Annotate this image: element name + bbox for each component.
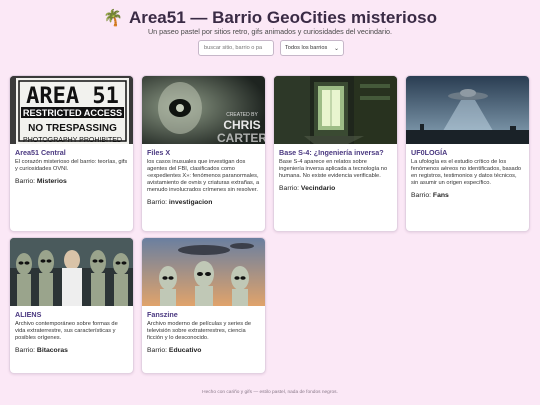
card-description: Archivo contemporáneo sobre formas de vi… bbox=[15, 321, 118, 342]
card-title[interactable]: ALIENS bbox=[15, 310, 128, 319]
site-card[interactable]: ALIENS Archivo contemporáneo sobre forma… bbox=[9, 237, 134, 374]
sign-text-trespassing: NO TRESPASSING bbox=[28, 123, 117, 134]
card-title[interactable]: Base S-4: ¿Ingeniería inversa? bbox=[279, 148, 392, 157]
card-neighborhood: Barrio: Fans bbox=[411, 192, 449, 200]
sign-text-photography: PHOTOGRAPHY PROHIBITED bbox=[23, 137, 122, 144]
site-card[interactable]: Fanszine Archivo moderno de películas y … bbox=[141, 237, 266, 374]
card-neighborhood: Barrio: Bitacoras bbox=[15, 347, 68, 355]
card-title[interactable]: Files X bbox=[147, 148, 260, 157]
page-header: 🌴 Area51 — Barrio GeoCities misterioso U… bbox=[0, 0, 540, 70]
card-description: Base S-4 aparece en relatos sobre ingeni… bbox=[279, 159, 388, 180]
card-description: los casos inusuales que investigan dos a… bbox=[147, 159, 260, 194]
fanszine-image bbox=[142, 238, 265, 306]
base-s4-image bbox=[274, 76, 397, 144]
site-card[interactable]: AREA 51 RESTRICTED ACCESS NO TRESPASSING… bbox=[9, 75, 134, 232]
site-card[interactable]: Base S-4: ¿Ingeniería inversa? Base S-4 … bbox=[273, 75, 398, 232]
neighborhood-select[interactable]: Todos los barrios ⌄ bbox=[280, 40, 344, 56]
card-description: El corazón misterioso del barrio: teoría… bbox=[15, 159, 128, 173]
carter-text: CARTER bbox=[217, 131, 265, 144]
card-neighborhood: Barrio: Misterios bbox=[15, 178, 67, 186]
page-title: 🌴 Area51 — Barrio GeoCities misterioso bbox=[0, 8, 540, 28]
sign-text-area51: AREA 51 bbox=[26, 84, 119, 109]
area51-sign-image: AREA 51 RESTRICTED ACCESS NO TRESPASSING… bbox=[10, 76, 133, 144]
card-description: La ufología es el estudio crítico de los… bbox=[411, 159, 522, 187]
site-card[interactable]: UF0LOGÍA La ufología es el estudio críti… bbox=[405, 75, 530, 232]
aliens-image bbox=[10, 238, 133, 306]
ufologia-image bbox=[406, 76, 529, 144]
card-neighborhood: Barrio: Vecindario bbox=[279, 185, 336, 193]
site-card[interactable]: CREATED BY CHRIS CARTER Files X los caso… bbox=[141, 75, 266, 232]
card-title[interactable]: Fanszine bbox=[147, 310, 260, 319]
card-description: Archivo moderno de películas y series de… bbox=[147, 321, 252, 342]
card-title[interactable]: Area51 Central bbox=[15, 148, 128, 157]
chris-text: CHRIS bbox=[223, 118, 260, 132]
files-x-image: CREATED BY CHRIS CARTER bbox=[142, 76, 265, 144]
card-neighborhood: Barrio: Educativo bbox=[147, 347, 202, 355]
chevron-down-icon: ⌄ bbox=[333, 45, 339, 52]
palm-tree-icon: 🌴 bbox=[103, 10, 123, 27]
controls: Todos los barrios ⌄ bbox=[198, 40, 344, 56]
search-input[interactable] bbox=[198, 40, 274, 56]
card-neighborhood: Barrio: investigacion bbox=[147, 199, 213, 207]
card-title[interactable]: UF0LOGÍA bbox=[411, 148, 524, 157]
page-subtitle: Un paseo pastel por sitios retro, gifs a… bbox=[147, 27, 393, 36]
page-title-text: Area51 — Barrio GeoCities misterioso bbox=[128, 8, 437, 27]
sign-text-restricted: RESTRICTED ACCESS bbox=[23, 108, 122, 118]
neighborhood-select-value: Todos los barrios bbox=[285, 45, 328, 51]
page-footer: Hecho con cariño y gifs — estilo pastel,… bbox=[202, 390, 338, 395]
